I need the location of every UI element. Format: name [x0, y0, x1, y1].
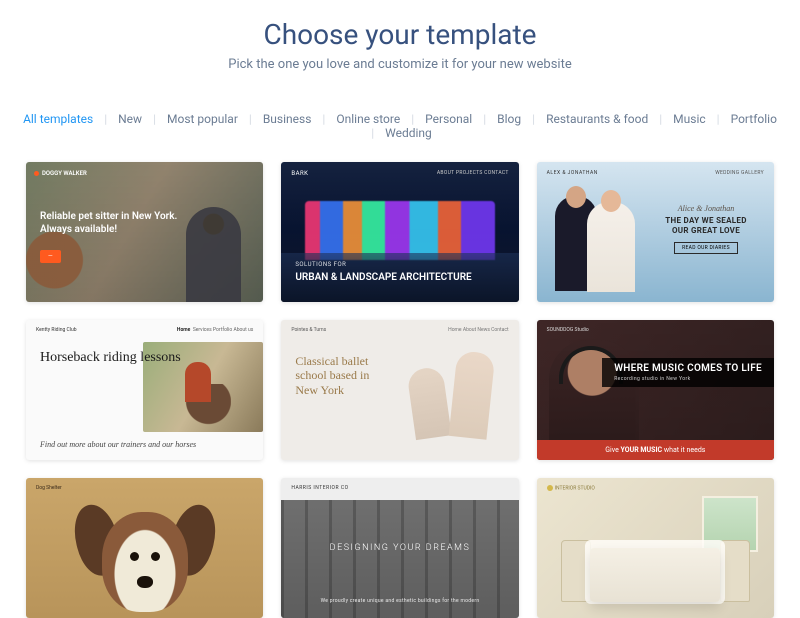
logo-icon — [547, 485, 553, 491]
template-brand: Kentty Riding Club — [36, 327, 77, 333]
template-brand: INTERIOR STUDIO — [547, 485, 595, 491]
template-headline: DESIGNING YOUR DREAMS — [281, 543, 518, 553]
template-nav: WEDDING GALLERY — [715, 170, 764, 176]
template-headline: Classical ballet school based in New Yor… — [295, 354, 390, 397]
template-headline: WHERE MUSIC COMES TO LIFERecording studi… — [602, 358, 774, 387]
filter-music[interactable]: Music — [669, 112, 709, 126]
template-card-pet-sitter[interactable]: DOGGY WALKER Reliable pet sitter in New … — [26, 162, 263, 302]
filter-restaurants-food[interactable]: Restaurants & food — [542, 112, 652, 126]
page-subtitle: Pick the one you love and customize it f… — [0, 57, 800, 72]
template-subtext: Find out more about our trainers and our… — [40, 440, 196, 450]
template-brand: Pointes & Turns — [291, 327, 326, 333]
rider-image — [185, 362, 211, 402]
template-nav: Home Services Portfolio About us — [177, 327, 253, 333]
template-nav: ABOUT PROJECTS CONTACT — [437, 170, 509, 176]
filter-online-store[interactable]: Online store — [332, 112, 404, 126]
couple-image — [555, 188, 640, 298]
filter-most-popular[interactable]: Most popular — [163, 112, 242, 126]
template-headline: Reliable pet sitter in New York. Always … — [40, 210, 182, 236]
template-brand: ALEX & JONATHAN — [547, 170, 598, 176]
template-headline: Horseback riding lessons — [40, 350, 181, 365]
page-title: Choose your template — [0, 18, 800, 51]
template-card-dog-shelter[interactable]: Dog Shelter — [26, 478, 263, 618]
template-brand: BARK — [291, 170, 308, 177]
template-card-interior-co[interactable]: HARRIS INTERIOR CO DESIGNING YOUR DREAMS… — [281, 478, 518, 618]
filter-business[interactable]: Business — [259, 112, 316, 126]
filter-all-templates[interactable]: All templates — [19, 112, 97, 126]
template-brand: HARRIS INTERIOR CO — [291, 485, 348, 491]
template-card-architecture[interactable]: BARK ABOUT PROJECTS CONTACT SOLUTIONS FO… — [281, 162, 518, 302]
template-text: Alice & Jonathan THE DAY WE SEALED OUR G… — [656, 204, 756, 254]
template-brand: SOUNDDOG Studio — [547, 327, 589, 333]
filter-bar: All templates| New| Most popular| Busine… — [0, 80, 800, 162]
template-subtext: We proudly create unique and esthetic bu… — [281, 598, 518, 604]
template-card-ballet[interactable]: Pointes & Turns Home About News Contact … — [281, 320, 518, 460]
template-card-wedding[interactable]: ALEX & JONATHAN WEDDING GALLERY Alice & … — [537, 162, 774, 302]
filter-portfolio[interactable]: Portfolio — [727, 112, 781, 126]
template-card-horseback[interactable]: Kentty Riding Club Home Services Portfol… — [26, 320, 263, 460]
template-brand: DOGGY WALKER — [34, 170, 87, 177]
filter-new[interactable]: New — [114, 112, 146, 126]
template-cta: — — [40, 250, 61, 263]
template-headline: SOLUTIONS FORURBAN & LANDSCAPE ARCHITECT… — [295, 261, 471, 284]
person-image — [186, 207, 241, 302]
filter-blog[interactable]: Blog — [493, 112, 525, 126]
template-card-music-studio[interactable]: SOUNDDOG Studio WHERE MUSIC COMES TO LIF… — [537, 320, 774, 460]
template-footer-bar: Give YOUR MUSIC what it needs — [537, 440, 774, 460]
dog-image — [26, 232, 86, 302]
filter-wedding[interactable]: Wedding — [381, 126, 436, 140]
table-image — [590, 548, 720, 602]
filter-personal[interactable]: Personal — [421, 112, 476, 126]
dancers-image — [411, 348, 491, 448]
template-nav: Home About News Contact — [448, 327, 509, 333]
template-brand: Dog Shelter — [36, 485, 62, 491]
template-grid: DOGGY WALKER Reliable pet sitter in New … — [0, 162, 800, 618]
template-card-interior-studio[interactable]: INTERIOR STUDIO — [537, 478, 774, 618]
